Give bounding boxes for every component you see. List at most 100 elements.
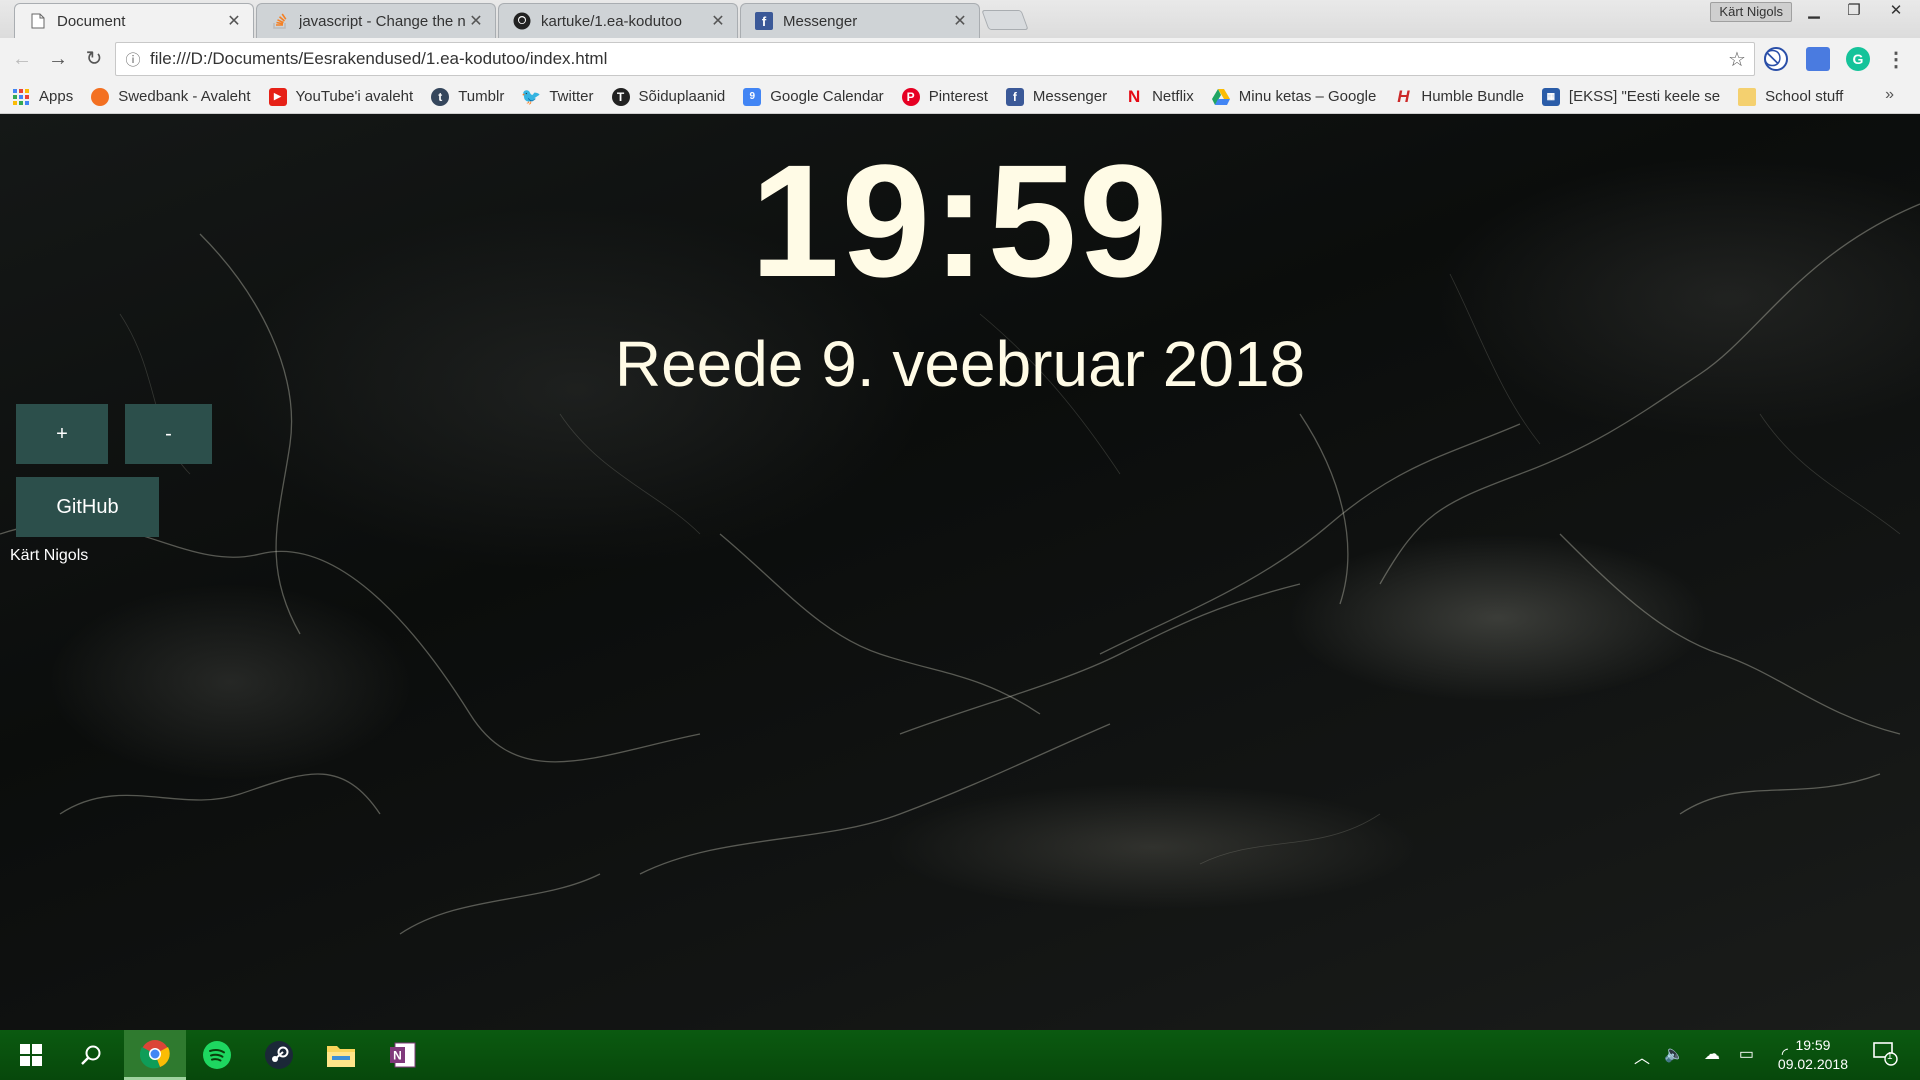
google-drive-icon xyxy=(1211,88,1230,106)
minimize-icon[interactable]: ▁ xyxy=(1796,0,1832,22)
bookmark-school-stuff[interactable]: School stuff xyxy=(1738,87,1844,106)
facebook-icon: f xyxy=(1005,87,1024,106)
tab-messenger[interactable]: f Messenger ✕ xyxy=(740,3,980,38)
bookmark-label: Twitter xyxy=(549,88,594,105)
close-icon[interactable]: ✕ xyxy=(467,11,485,31)
bookmark-label: Humble Bundle xyxy=(1421,88,1524,105)
apps-grid-icon xyxy=(12,88,30,106)
bookmark-label: Messenger xyxy=(1032,88,1108,105)
battery-icon[interactable]: ▭ xyxy=(1739,1044,1754,1064)
bookmark-label: Sõiduplaanid xyxy=(638,88,726,105)
bookmark-label: Netflix xyxy=(1152,88,1194,105)
transit-icon: T xyxy=(611,87,630,106)
blocker-extension-icon[interactable]: ⃠ xyxy=(1764,47,1788,71)
taskbar-date: 09.02.2018 xyxy=(1777,1056,1848,1072)
github-icon xyxy=(513,12,531,30)
bookmark-label: [EKSS] "Eesti keele se xyxy=(1568,88,1721,105)
bookmark-netflix[interactable]: N Netflix xyxy=(1125,86,1194,106)
increase-size-button[interactable]: + xyxy=(16,404,108,464)
forward-arrow-icon[interactable]: → xyxy=(44,46,72,72)
reload-icon[interactable]: ↻ xyxy=(80,46,108,72)
taskbar-clock[interactable]: 19:59 09.02.2018 xyxy=(1778,1036,1848,1074)
tab-title: Messenger xyxy=(783,12,858,30)
back-arrow-icon[interactable]: ← xyxy=(8,46,36,72)
notification-center-icon[interactable]: 1 xyxy=(1872,1040,1898,1071)
pinterest-icon: P xyxy=(901,87,920,106)
bookmark-tumblr[interactable]: t Tumblr xyxy=(431,87,504,106)
volume-icon[interactable]: 🔈 xyxy=(1664,1044,1684,1064)
author-name: Kärt Nigols xyxy=(10,547,89,564)
taskbar-time: 19:59 xyxy=(1795,1037,1831,1053)
github-button[interactable]: GitHub xyxy=(16,477,159,537)
bookmark-humble-bundle[interactable]: H Humble Bundle xyxy=(1394,86,1524,106)
bookmark-pinterest[interactable]: P Pinterest xyxy=(901,87,988,106)
bookmark-label: YouTube'i avaleht xyxy=(295,88,414,105)
info-icon[interactable]: ⓘ xyxy=(116,49,150,70)
ekss-icon: ▦ xyxy=(1541,87,1560,106)
bookmark-label: School stuff xyxy=(1765,88,1844,105)
url-text[interactable]: file:///D:/Documents/Eesrakendused/1.ea-… xyxy=(150,49,1720,69)
browser-titlebar: Document ✕ javascript - Change the n ✕ k… xyxy=(0,0,1920,38)
chevron-up-icon[interactable]: ︿ xyxy=(1634,1044,1650,1068)
bookmark-label: Minu ketas – Google xyxy=(1238,88,1377,105)
bookmark-twitter[interactable]: 🐦 Twitter xyxy=(521,88,594,106)
bookmark-label: Pinterest xyxy=(928,88,988,105)
tab-stackoverflow[interactable]: javascript - Change the n ✕ xyxy=(256,3,496,38)
windows-start-icon[interactable] xyxy=(0,1030,62,1080)
bookmark-soiduplaanid[interactable]: T Sõiduplaanid xyxy=(611,87,726,106)
notification-count: 1 xyxy=(1887,1051,1893,1062)
menu-dots-icon[interactable]: ⋮ xyxy=(1884,47,1908,71)
tab-github[interactable]: kartuke/1.ea-kodutoo ✕ xyxy=(498,3,738,38)
tab-title: Document xyxy=(57,12,126,30)
clock-date: Reede 9. veebruar 2018 xyxy=(614,328,1306,400)
tab-title: javascript - Change the n xyxy=(299,12,466,30)
bookmark-label: Apps xyxy=(39,88,74,105)
humble-icon: H xyxy=(1397,86,1410,106)
grammarly-icon[interactable]: G xyxy=(1846,47,1870,71)
folder-icon xyxy=(1738,87,1757,106)
bookmark-messenger[interactable]: f Messenger xyxy=(1005,87,1108,106)
restore-icon[interactable]: ❐ xyxy=(1836,0,1872,22)
tab-title: kartuke/1.ea-kodutoo xyxy=(541,12,682,30)
bookmark-swedbank[interactable]: Swedbank - Avaleht xyxy=(91,87,251,106)
bookmark-label: Google Calendar xyxy=(770,88,884,105)
swedbank-icon xyxy=(91,87,110,106)
youtube-icon: ▶ xyxy=(268,87,287,106)
onenote-icon[interactable]: N xyxy=(372,1030,434,1080)
clock-time: 19:59 xyxy=(750,131,1170,310)
close-icon[interactable]: ✕ xyxy=(225,11,243,31)
page-content: 19:59 Reede 9. veebruar 2018 + - GitHub … xyxy=(0,114,1920,1030)
document-icon xyxy=(29,12,47,30)
windows-taskbar: N ︿ 🔈 ☁ ▭ ◜ 19:59 09.02.2018 1 xyxy=(0,1030,1920,1080)
steam-icon[interactable] xyxy=(248,1030,310,1080)
bookmark-google-calendar[interactable]: 9 Google Calendar xyxy=(743,87,884,106)
calendar-extension-icon[interactable] xyxy=(1806,47,1830,71)
close-icon[interactable]: ✕ xyxy=(951,11,969,31)
bookmark-apps[interactable]: Apps xyxy=(12,88,73,106)
profile-button[interactable]: Kärt Nigols xyxy=(1710,2,1792,22)
tab-document[interactable]: Document ✕ xyxy=(14,3,254,38)
bookmark-google-drive[interactable]: Minu ketas – Google xyxy=(1211,88,1377,106)
close-icon[interactable]: ✕ xyxy=(709,11,727,31)
netflix-icon: N xyxy=(1127,86,1141,106)
file-explorer-icon[interactable] xyxy=(310,1030,372,1080)
bookmarks-bar: Apps Swedbank - Avaleht ▶ YouTube'i aval… xyxy=(0,80,1920,114)
svg-text:N: N xyxy=(393,1049,402,1063)
twitter-icon: 🐦 xyxy=(521,88,542,106)
address-bar[interactable]: ⓘ file:///D:/Documents/Eesrakendused/1.e… xyxy=(115,42,1755,76)
bookmark-star-icon[interactable]: ☆ xyxy=(1720,47,1754,72)
calendar-icon: 9 xyxy=(743,87,762,106)
new-tab-button[interactable] xyxy=(981,10,1029,30)
bookmark-ekss[interactable]: ▦ [EKSS] "Eesti keele se xyxy=(1541,87,1721,106)
chrome-icon[interactable] xyxy=(124,1030,186,1080)
onedrive-icon[interactable]: ☁ xyxy=(1704,1044,1720,1064)
bookmark-label: Swedbank - Avaleht xyxy=(118,88,251,105)
browser-toolbar: ← → ↻ ⓘ file:///D:/Documents/Eesrakendus… xyxy=(0,38,1920,80)
close-window-icon[interactable]: ✕ xyxy=(1878,0,1914,22)
spotify-icon[interactable] xyxy=(186,1030,248,1080)
facebook-icon: f xyxy=(755,12,773,30)
bookmark-youtube[interactable]: ▶ YouTube'i avaleht xyxy=(268,87,414,106)
search-icon[interactable] xyxy=(60,1030,122,1080)
chevron-more-icon[interactable]: » xyxy=(1885,86,1894,104)
decrease-size-button[interactable]: - xyxy=(125,404,212,464)
